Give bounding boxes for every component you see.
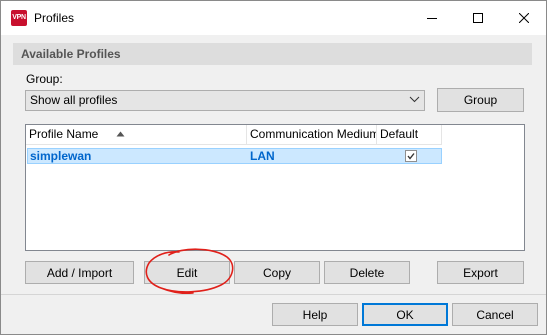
column-medium-label: Communication Medium <box>250 127 377 141</box>
copy-button[interactable]: Copy <box>234 261 320 284</box>
close-button[interactable] <box>501 1 547 35</box>
cancel-button[interactable]: Cancel <box>452 303 538 326</box>
group-button[interactable]: Group <box>437 88 524 112</box>
ok-button[interactable]: OK <box>362 303 448 326</box>
medium-cell: LAN <box>250 149 275 163</box>
column-profile-name-label: Profile Name <box>29 127 99 141</box>
maximize-button[interactable] <box>455 1 501 35</box>
list-header: Profile Name Communication Medium Defaul… <box>26 125 442 145</box>
help-button[interactable]: Help <box>272 303 358 326</box>
export-button[interactable]: Export <box>437 261 524 284</box>
maximize-icon <box>473 13 483 23</box>
minimize-button[interactable] <box>409 1 455 35</box>
group-select[interactable]: Show all profiles <box>25 90 425 111</box>
checkmark-icon <box>407 153 415 160</box>
profile-name-cell: simplewan <box>30 149 92 163</box>
delete-button[interactable]: Delete <box>324 261 410 284</box>
group-label: Group: <box>26 72 63 86</box>
table-row[interactable]: simplewan LAN <box>27 148 442 164</box>
section-header: Available Profiles <box>13 43 532 65</box>
profiles-dialog: VPN Profiles Available Profiles Group: S… <box>0 0 547 335</box>
footer-divider <box>1 294 546 295</box>
minimize-icon <box>427 18 437 19</box>
column-default-label: Default <box>380 127 419 141</box>
add-import-button[interactable]: Add / Import <box>25 261 134 284</box>
chevron-down-icon <box>409 96 420 103</box>
sort-ascending-icon <box>116 131 125 137</box>
column-default[interactable]: Default <box>377 125 442 144</box>
close-icon <box>519 13 529 23</box>
window-title: Profiles <box>34 11 75 25</box>
column-communication-medium[interactable]: Communication Medium <box>247 125 377 144</box>
column-profile-name[interactable]: Profile Name <box>26 125 247 144</box>
title-bar: VPN Profiles <box>1 1 546 35</box>
profiles-list[interactable]: Profile Name Communication Medium Defaul… <box>25 124 525 251</box>
edit-button[interactable]: Edit <box>144 261 230 284</box>
group-select-value: Show all profiles <box>30 93 118 107</box>
vpn-app-icon: VPN <box>11 10 27 26</box>
default-checkbox[interactable] <box>405 150 417 162</box>
